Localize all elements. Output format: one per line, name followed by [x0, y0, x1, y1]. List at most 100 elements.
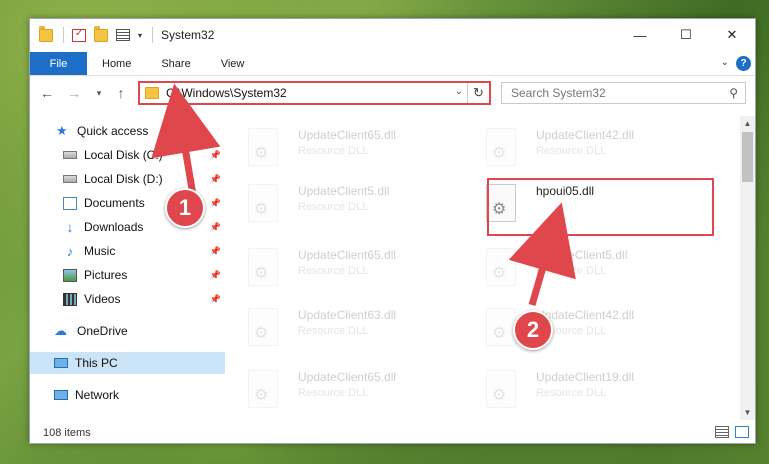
scroll-up-icon[interactable]: ▲ — [740, 116, 755, 131]
file-item[interactable]: ⚙ UpdateClient42.dll Resource DLL — [464, 304, 689, 354]
file-type: Resource DLL — [298, 145, 369, 157]
title-bar: ▾ System32 — ☐ ✕ — [30, 19, 755, 51]
file-name: UpdateClient65.dll — [298, 370, 397, 384]
network-icon — [54, 390, 68, 400]
pin-icon: 📌 — [209, 269, 221, 280]
new-folder-icon[interactable] — [94, 25, 108, 42]
vertical-scrollbar[interactable]: ▲ ▼ — [740, 116, 755, 420]
recent-locations-icon[interactable]: ▾ — [90, 84, 108, 102]
up-arrow-icon[interactable]: ↑ — [112, 84, 130, 102]
star-icon: ★ — [56, 123, 68, 138]
file-name: UpdateClient5.dll — [298, 184, 390, 198]
expand-ribbon-icon[interactable]: ⌄ — [721, 57, 729, 68]
tab-share[interactable]: Share — [146, 52, 205, 75]
music-icon: ♪ — [66, 243, 74, 259]
sidebar-item-this-pc[interactable]: This PC — [30, 352, 225, 374]
sidebar-item-pictures[interactable]: Pictures 📌 — [30, 264, 225, 286]
sidebar-item-videos[interactable]: Videos 📌 — [30, 288, 225, 310]
customize-toolbar-icon[interactable]: ▾ — [138, 31, 142, 40]
file-type: Resource DLL — [298, 387, 369, 399]
address-dropdown-icon[interactable]: ⌄ — [455, 86, 463, 97]
pin-icon: 📌 — [209, 293, 221, 304]
status-bar: 108 items — [30, 422, 755, 444]
disk-icon — [63, 151, 77, 159]
view-switcher — [715, 426, 749, 438]
properties-icon[interactable] — [72, 28, 86, 42]
pin-icon: 📌 — [209, 149, 221, 160]
file-type: Resource DLL — [536, 265, 607, 277]
details-view-icon[interactable] — [715, 426, 729, 438]
file-item[interactable]: ⚙ UpdateClient42.dll Resource DLL — [464, 124, 689, 174]
sidebar-item-label: Music — [84, 244, 116, 258]
download-icon: ↓ — [66, 219, 74, 235]
file-item[interactable]: ⚙ UpdateClient63.dll Resource DLL — [226, 304, 451, 354]
computer-icon — [54, 358, 68, 368]
large-icons-view-icon[interactable] — [735, 426, 749, 438]
window-controls: — ☐ ✕ — [617, 19, 755, 51]
scroll-thumb[interactable] — [742, 132, 753, 182]
sidebar-item-quick-access[interactable]: ★ Quick access — [30, 120, 225, 142]
sidebar-item-label: Documents — [84, 196, 145, 210]
file-item[interactable]: ⚙ UpdateClient65.dll Resource DLL — [226, 244, 451, 294]
file-type: Resource DLL — [536, 387, 607, 399]
file-item[interactable]: ⚙ UpdateClient5.dll Resource DLL — [226, 180, 451, 230]
sidebar-item-network[interactable]: Network — [30, 384, 225, 406]
search-icon[interactable]: ⚲ — [729, 86, 738, 100]
search-box[interactable]: Search System32 ⚲ — [501, 82, 746, 104]
pin-icon: 📌 — [209, 245, 221, 256]
dll-file-icon: ⚙ — [486, 308, 516, 346]
file-item[interactable]: ⚙ UpdateClient19.dll Resource DLL — [464, 366, 689, 416]
sidebar-item-label: Pictures — [84, 268, 128, 282]
scroll-down-icon[interactable]: ▼ — [740, 405, 755, 420]
pin-icon: 📌 — [209, 173, 221, 184]
sidebar-item-onedrive[interactable]: ☁ OneDrive — [30, 320, 225, 342]
sidebar-item-label: OneDrive — [77, 324, 128, 338]
file-type: Resource DLL — [298, 265, 369, 277]
tab-file[interactable]: File — [30, 52, 87, 75]
videos-icon — [63, 292, 77, 306]
sidebar-item-local-disk-d[interactable]: Local Disk (D:) 📌 — [30, 168, 225, 190]
address-path[interactable]: C:\Windows\System32 — [166, 86, 287, 100]
disk-icon — [63, 175, 77, 183]
file-type: Resource DLL — [298, 201, 369, 213]
cloud-icon: ☁ — [54, 323, 67, 338]
sidebar-item-label: Network — [75, 388, 120, 402]
step-marker-2: 2 — [513, 310, 553, 350]
minimize-button[interactable]: — — [617, 19, 663, 51]
folder-icon — [145, 87, 159, 99]
back-arrow-icon[interactable]: ← — [38, 84, 56, 102]
file-item[interactable]: ⚙ UpdateClient65.dll Resource DLL — [226, 124, 451, 174]
file-type: Resource DLL — [536, 145, 607, 157]
close-button[interactable]: ✕ — [709, 19, 755, 51]
help-icon[interactable]: ? — [736, 56, 751, 71]
maximize-button[interactable]: ☐ — [663, 19, 709, 51]
dll-file-icon: ⚙ — [248, 248, 278, 286]
pin-icon: 📌 — [209, 221, 221, 232]
file-item[interactable]: ⚙ UpdateClient65.dll Resource DLL — [226, 366, 451, 416]
file-name: UpdateClient63.dll — [298, 308, 397, 322]
divider — [63, 27, 64, 43]
file-item[interactable]: ⚙ UpdateClient5.dll Resource DLL — [464, 244, 689, 294]
sidebar-item-label: Videos — [84, 292, 121, 306]
dll-file-icon: ⚙ — [248, 184, 278, 222]
step-marker-1: 1 — [165, 188, 205, 228]
pictures-icon — [63, 268, 77, 282]
sidebar-item-music[interactable]: ♪ Music 📌 — [30, 240, 225, 262]
refresh-icon[interactable]: ↻ — [467, 83, 489, 103]
dll-file-icon: ⚙ — [248, 370, 278, 408]
dll-file-icon: ⚙ — [248, 308, 278, 346]
address-bar[interactable]: C:\Windows\System32 ⌄ ↻ — [138, 81, 491, 105]
view-icon[interactable] — [116, 29, 130, 41]
pin-icon: 📌 — [209, 197, 221, 208]
file-name: UpdateClient19.dll — [536, 370, 635, 384]
tab-view[interactable]: View — [206, 52, 260, 75]
window-title: System32 — [161, 28, 215, 42]
sidebar-item-local-disk-c[interactable]: Local Disk (C:) 📌 — [30, 144, 225, 166]
search-input[interactable]: Search System32 — [511, 86, 606, 100]
tab-home[interactable]: Home — [87, 52, 146, 75]
forward-arrow-icon[interactable]: → — [65, 84, 83, 102]
file-list: ⚙ UpdateClient65.dll Resource DLL ⚙ Upda… — [226, 116, 742, 420]
file-name: UpdateClient5.dll — [536, 248, 628, 262]
folder-icon — [39, 25, 53, 42]
document-icon — [63, 196, 77, 210]
